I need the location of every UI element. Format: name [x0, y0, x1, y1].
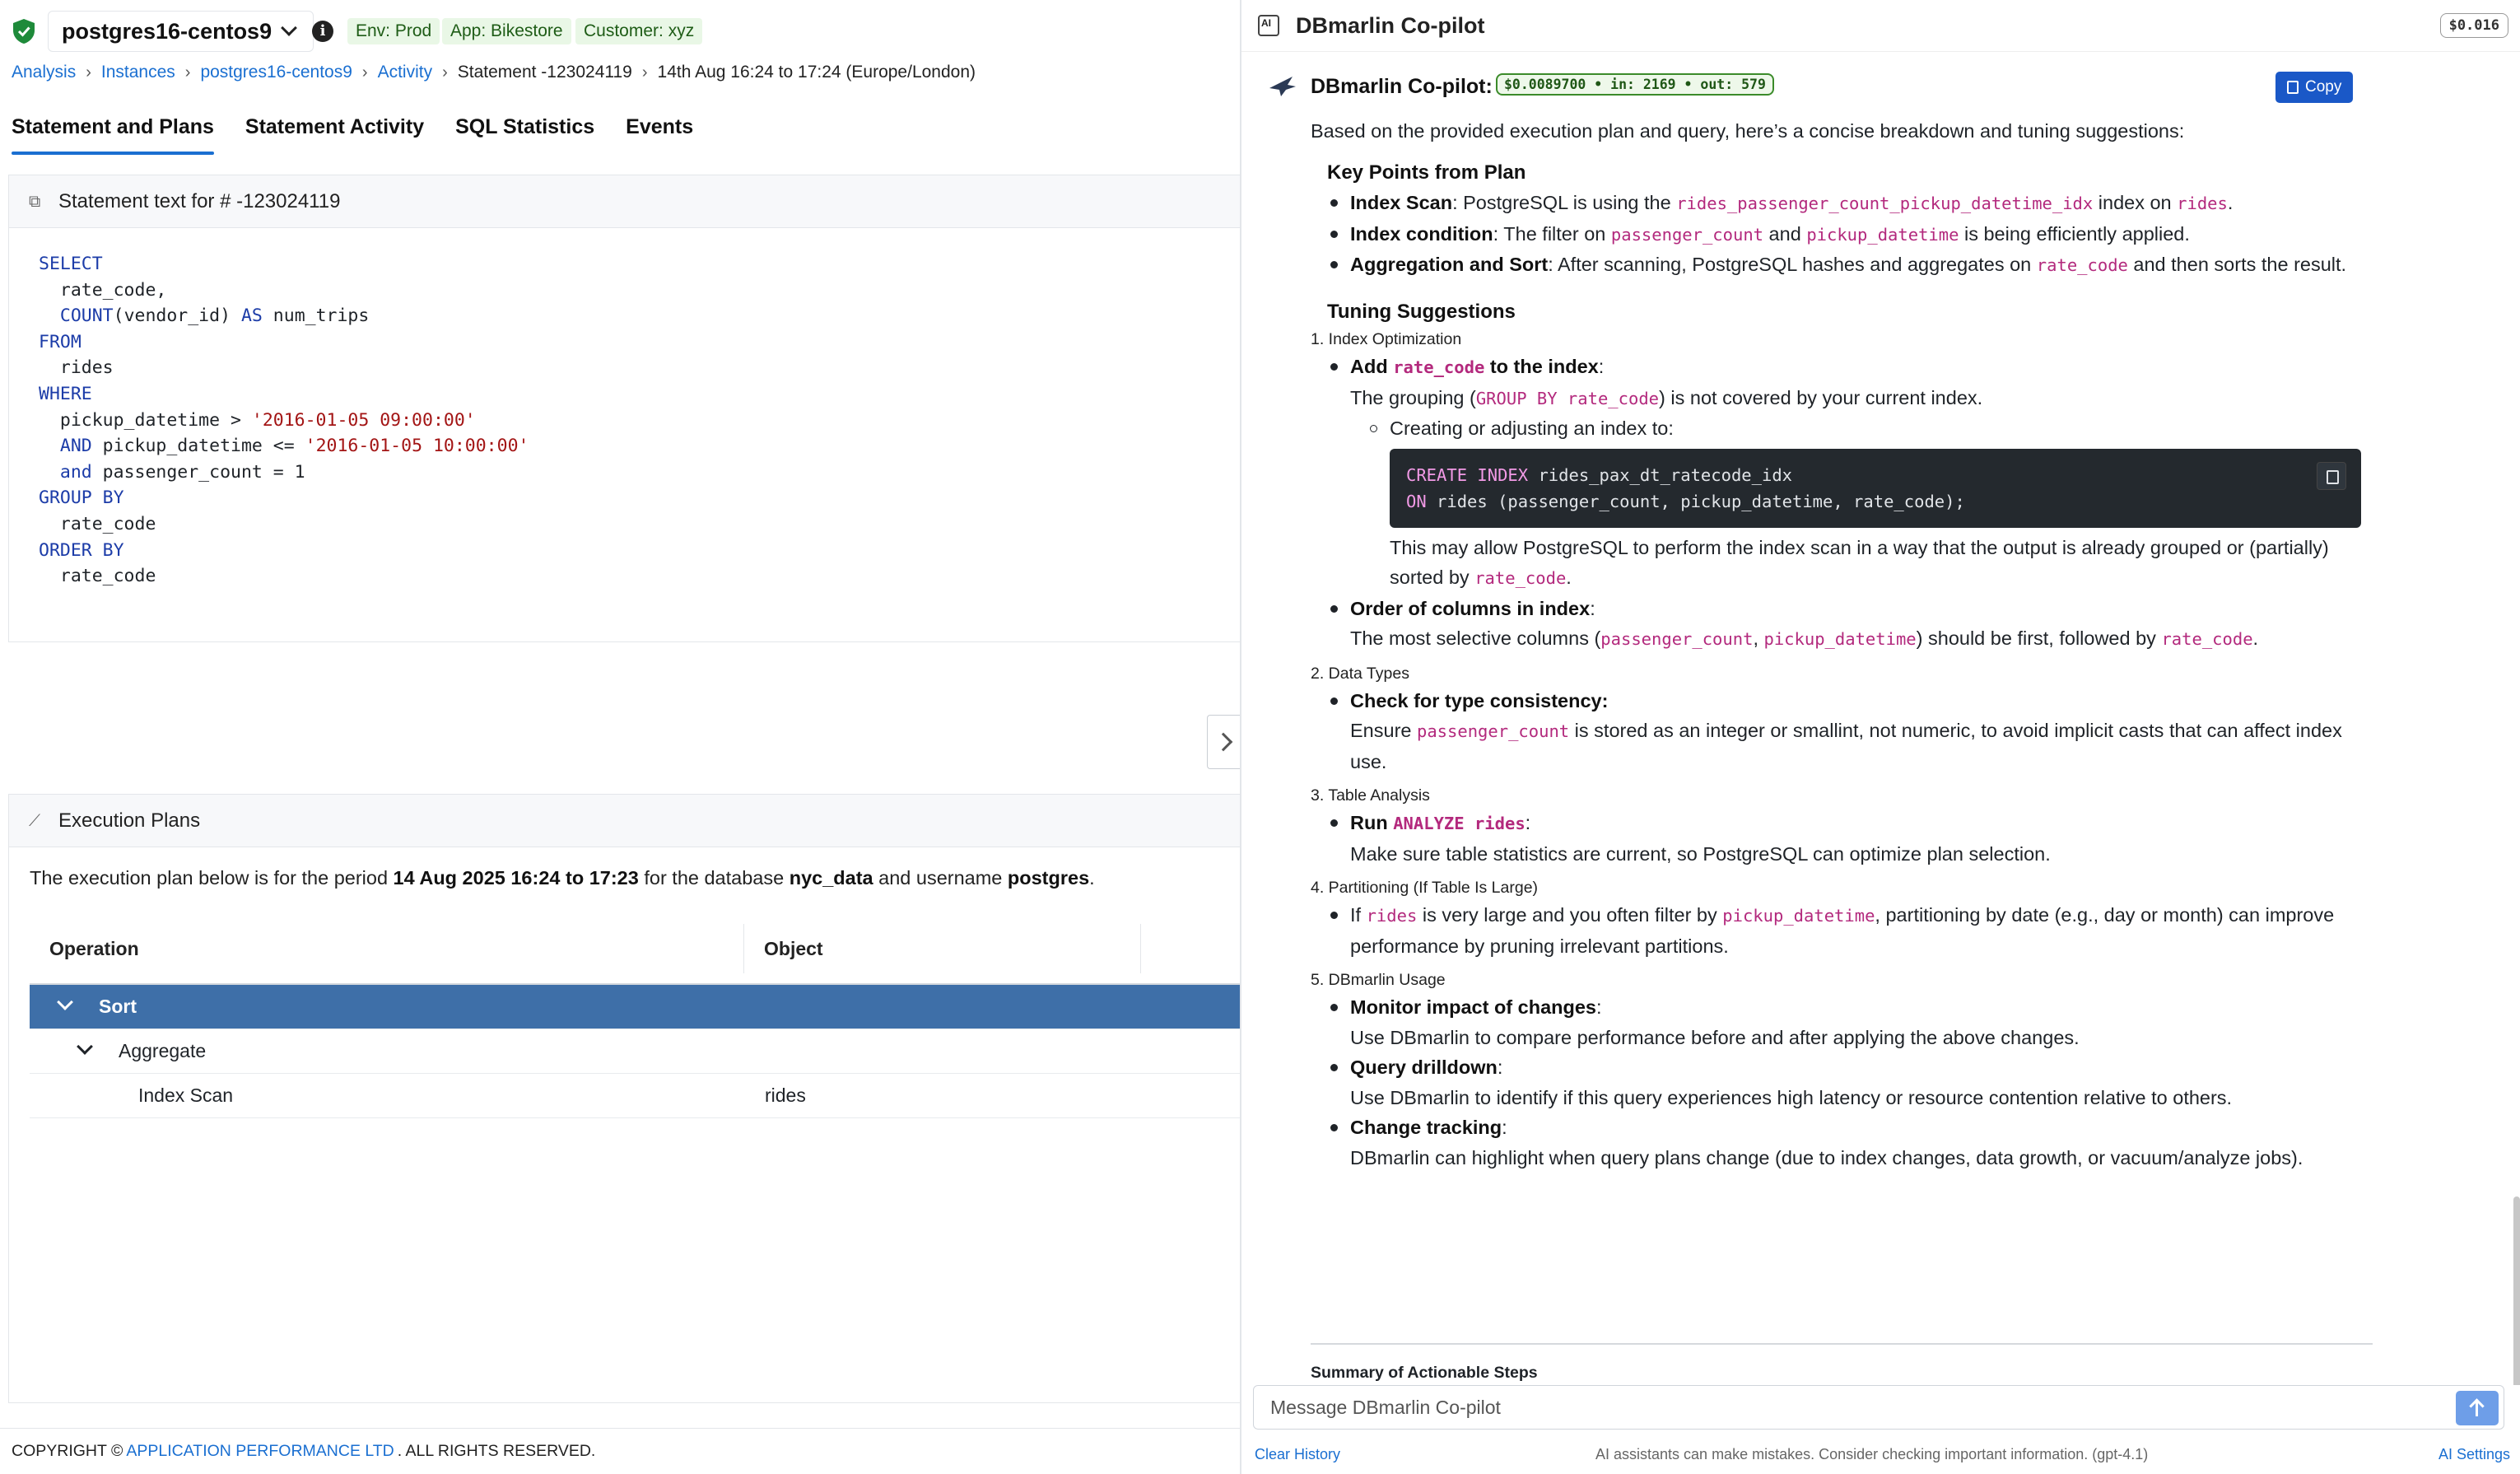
collapse-panel-button[interactable]: [1207, 715, 1240, 769]
plans-panel-header: ⟋ Execution Plans: [9, 795, 1240, 847]
list-item: Run ANALYZE rides: Make sure table stati…: [1311, 808, 2373, 869]
tab-events[interactable]: Events: [626, 115, 693, 155]
list-item: Index condition: The filter on passenger…: [1311, 219, 2373, 250]
footer: COPYRIGHT © APPLICATION PERFORMANCE LTD …: [0, 1428, 1240, 1474]
column-object[interactable]: Object: [744, 924, 1141, 973]
tab-sql-statistics[interactable]: SQL Statistics: [455, 115, 594, 155]
left-pane: postgres16-centos9 i Env: Prod App: Bike…: [0, 0, 1240, 1474]
chevron-right-icon: ›: [442, 63, 448, 82]
copilot-pane: DBmarlin Co-pilot $0.016 DBmarlin Co-pil…: [1240, 0, 2520, 1474]
code-block: CREATE INDEX rides_pax_dt_ratecode_idx O…: [1390, 448, 2361, 528]
divider: [1311, 1343, 2373, 1345]
message-input-row: [1253, 1385, 2504, 1430]
env-tag: Env: Prod: [347, 18, 440, 44]
clear-history-link[interactable]: Clear History: [1255, 1446, 1340, 1463]
message-input[interactable]: [1254, 1386, 2448, 1429]
section-partitioning: 4. Partitioning (If Table Is Large): [1311, 879, 1539, 897]
list-item: Index Scan: PostgreSQL is using the ride…: [1311, 188, 2373, 219]
key-points-heading: Key Points from Plan: [1327, 161, 1526, 184]
tuning-heading: Tuning Suggestions: [1327, 300, 1516, 323]
instance-name: postgres16-centos9: [62, 18, 272, 44]
plan-row-aggregate[interactable]: Aggregate: [30, 1029, 1240, 1074]
breadcrumb: Analysis › Instances › postgres16-centos…: [12, 60, 976, 85]
app-tag: App: Bikestore: [442, 18, 571, 44]
list-item: Query drilldown: Use DBmarlin to identify…: [1311, 1052, 2373, 1112]
statement-panel-title: Statement text for # -123024119: [58, 189, 341, 212]
info-icon[interactable]: i: [312, 21, 333, 42]
breadcrumb-current: Statement -123024119: [457, 63, 632, 82]
breadcrumb-activity[interactable]: Activity: [378, 63, 433, 82]
bot-name: DBmarlin Co-pilot:: [1311, 75, 1493, 98]
chevron-down-icon[interactable]: [57, 994, 73, 1010]
chevron-down-icon[interactable]: [77, 1038, 93, 1055]
intro-text: Based on the provided execution plan and…: [1311, 120, 2185, 142]
shield-check-icon: [13, 19, 35, 44]
copilot-header: DBmarlin Co-pilot $0.016: [1241, 0, 2520, 51]
tab-bar: Statement and Plans Statement Activity S…: [12, 115, 693, 156]
list-item: Check for type consistency: Ensure passe…: [1311, 686, 2373, 777]
list-item: Change tracking: DBmarlin can highlight w…: [1311, 1112, 2373, 1173]
breadcrumb-instances[interactable]: Instances: [101, 63, 175, 82]
tab-statement-activity[interactable]: Statement Activity: [245, 115, 424, 155]
marlin-bot-icon: [1268, 73, 1297, 98]
list-item: Creating or adjusting an index to:: [1350, 413, 2373, 444]
copilot-title: DBmarlin Co-pilot: [1296, 12, 1485, 38]
list-item: Aggregation and Sort: After scanning, Po…: [1311, 250, 2373, 281]
company-link[interactable]: APPLICATION PERFORMANCE LTD: [126, 1442, 394, 1461]
plan-description: The execution plan below is for the peri…: [30, 867, 1095, 889]
chevron-right-icon: ›: [641, 63, 648, 82]
copy-response-button[interactable]: Copy: [2275, 72, 2354, 103]
ai-settings-link[interactable]: AI Settings: [2438, 1446, 2510, 1463]
section-index-optimization: 1. Index Optimization: [1311, 330, 1462, 348]
chart-icon: ⟋: [29, 811, 40, 830]
chevron-right-icon: ›: [86, 63, 91, 82]
breadcrumb-analysis[interactable]: Analysis: [12, 63, 76, 82]
statement-panel: ⧉ Statement text for # -123024119 SELECT…: [8, 175, 1240, 642]
copy-code-icon[interactable]: [2317, 461, 2346, 490]
ai-chip-icon: [1258, 15, 1279, 36]
plan-table: Operation Object Sort Aggregate Index Sc…: [30, 912, 1240, 1118]
customer-tag: Customer: xyz: [575, 18, 703, 44]
list-item: Order of columns in index: The most sele…: [1311, 594, 2373, 655]
top-bar: postgres16-centos9 i Env: Prod App: Bike…: [0, 0, 1240, 59]
section-table-analysis: 3. Table Analysis: [1311, 786, 1430, 805]
plan-period: 14 Aug 2025 16:24 to 17:23: [393, 867, 639, 889]
summary-heading: Summary of Actionable Steps: [1311, 1364, 1538, 1382]
plan-username: postgres: [1007, 867, 1090, 889]
instance-selector[interactable]: postgres16-centos9: [48, 11, 314, 52]
breadcrumb-instance[interactable]: postgres16-centos9: [200, 63, 352, 82]
chevron-down-icon: [281, 20, 297, 36]
list-item: Add rate_code to the index: The grouping…: [1311, 352, 2373, 594]
sql-text: SELECT rate_code, COUNT(vendor_id) AS nu…: [39, 254, 529, 587]
list-item: If rides is very large and you often fil…: [1311, 900, 2373, 961]
total-cost-badge: $0.016: [2439, 13, 2508, 38]
breadcrumb-time-range[interactable]: 14th Aug 16:24 to 17:24 (Europe/London): [658, 63, 976, 82]
plan-row-index-scan[interactable]: Index Scan rides: [30, 1074, 1240, 1118]
chat-scrollbar[interactable]: [2513, 1196, 2520, 1385]
chevron-right-icon: [1213, 732, 1233, 752]
chevron-right-icon: ›: [184, 63, 191, 82]
column-operation[interactable]: Operation: [30, 924, 744, 973]
chat-history[interactable]: DBmarlin Co-pilot: $0.0089700 • in: 2169…: [1241, 51, 2520, 1385]
disclaimer-text: AI assistants can make mistakes. Conside…: [1595, 1446, 2149, 1462]
assistant-message: Based on the provided execution plan and…: [1311, 116, 2373, 1173]
key-points-list: Index Scan: PostgreSQL is using the ride…: [1311, 188, 2373, 281]
plan-table-header: Operation Object: [30, 912, 1240, 985]
usage-badge: $0.0089700 • in: 2169 • out: 579: [1496, 73, 1774, 96]
statement-panel-header: ⧉ Statement text for # -123024119: [9, 175, 1240, 228]
section-data-types: 2. Data Types: [1311, 664, 1409, 683]
copilot-footer: Clear History AI assistants can make mis…: [1241, 1436, 2520, 1474]
code-icon: ⧉: [29, 192, 41, 211]
plan-database: nyc_data: [789, 867, 873, 889]
tab-statement-and-plans[interactable]: Statement and Plans: [12, 115, 214, 155]
copy-icon: [2287, 81, 2299, 94]
plans-panel-title: Execution Plans: [58, 809, 201, 832]
list-item: Monitor impact of changes: Use DBmarlin t…: [1311, 992, 2373, 1052]
section-dbmarlin-usage: 5. DBmarlin Usage: [1311, 971, 1446, 989]
send-arrow-icon[interactable]: [2456, 1391, 2499, 1425]
chevron-right-icon: ›: [361, 63, 368, 82]
plan-row-sort[interactable]: Sort: [30, 985, 1240, 1029]
